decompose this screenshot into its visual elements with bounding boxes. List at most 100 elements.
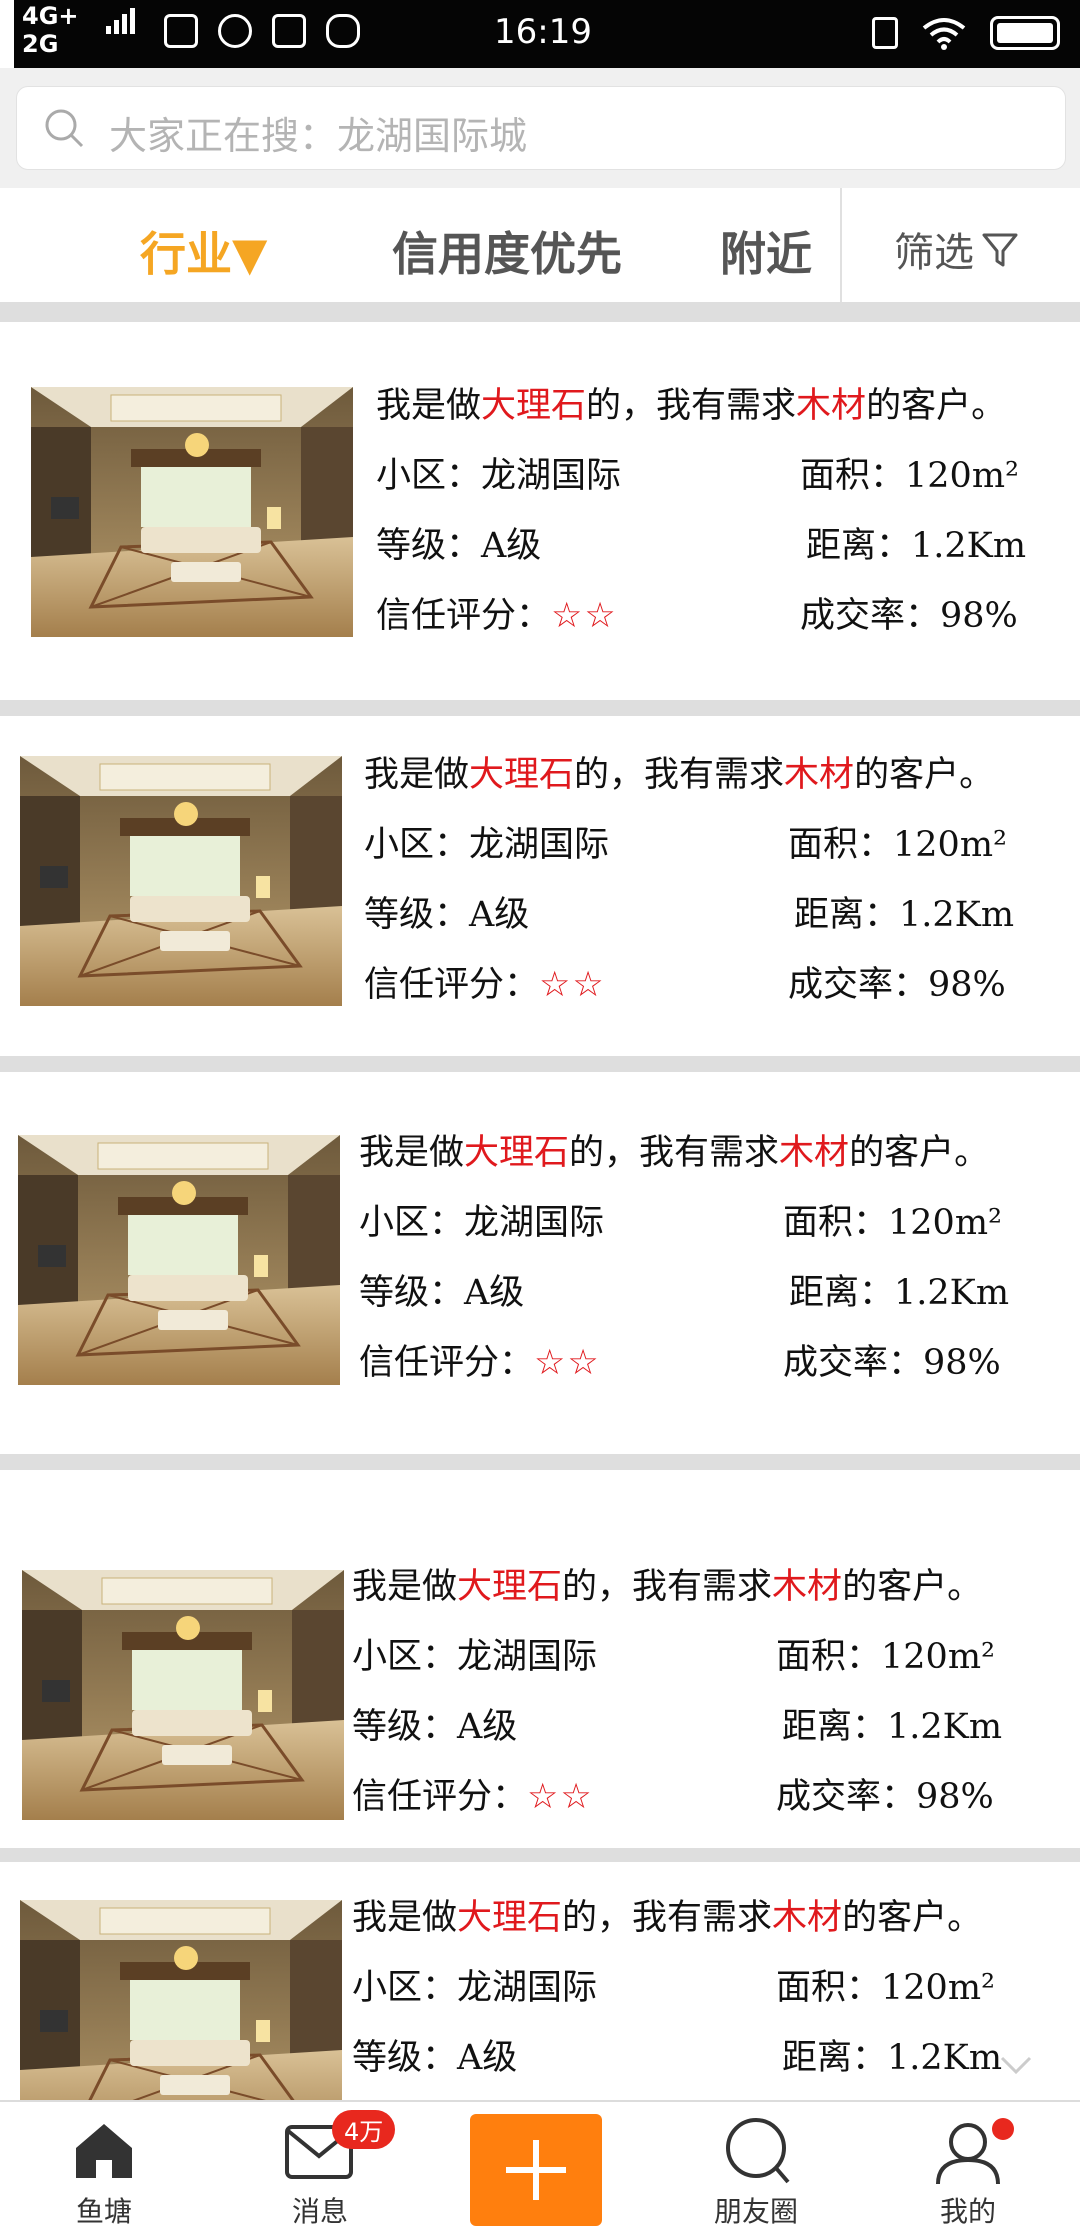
trust-row: 信任评分：☆☆ — [352, 1768, 594, 1819]
search-placeholder: 大家正在搜：龙湖国际城 — [109, 114, 528, 158]
trust-row: 信任评分：☆☆ — [364, 956, 606, 1007]
rate-row: 成交率：98% — [776, 1768, 994, 1819]
level-label: 等级： — [352, 2038, 458, 2078]
area-value: 120m² — [881, 1637, 996, 1677]
taobao-icon — [164, 14, 198, 48]
area-value: 120m² — [905, 456, 1020, 496]
trust-label: 信任评分： — [359, 1343, 535, 1383]
title-text: 的，我有需求 — [574, 755, 785, 795]
community-label: 小区： — [376, 456, 482, 496]
add-button[interactable] — [470, 2114, 602, 2226]
network-type-bottom: 2G — [22, 30, 59, 58]
distance-value: 1.2Km — [911, 526, 1027, 566]
bull-icon — [326, 14, 360, 48]
rate-label: 成交率： — [783, 1343, 924, 1383]
card-divider — [0, 1848, 1080, 1862]
living-room-image — [22, 1570, 344, 1820]
search-input[interactable]: 大家正在搜：龙湖国际城 — [16, 86, 1066, 170]
nav-mine[interactable]: 我的 — [888, 2102, 1048, 2236]
title-text: 的，我有需求 — [569, 1133, 780, 1173]
listing-card[interactable]: 我是做大理石的，我有需求木材的客户。 小区：龙湖国际 面积：120m² 等级：A… — [0, 1862, 1080, 2150]
clock: 16:19 — [494, 12, 592, 52]
level-row: 等级：A级 — [376, 517, 541, 568]
area-value: 120m² — [888, 1203, 1003, 1243]
nav-friends[interactable]: 朋友圈 — [676, 2102, 836, 2236]
listing-thumbnail[interactable] — [20, 756, 342, 1006]
card-divider — [0, 1056, 1080, 1072]
trust-stars: ☆☆ — [534, 1343, 601, 1383]
listing-info: 我是做大理石的，我有需求木材的客户。 小区：龙湖国际 面积：120m² 等级：A… — [376, 377, 1070, 636]
system-icons — [872, 16, 1060, 50]
level-value: A级 — [457, 1707, 518, 1747]
title-text: 我是做 — [364, 755, 470, 795]
network-indicator: 4G+ 2G — [22, 2, 79, 58]
nav-home[interactable]: 鱼塘 — [24, 2102, 184, 2236]
filter-nearby[interactable]: 附近 — [720, 218, 812, 284]
filter-credit-priority[interactable]: 信用度优先 — [392, 218, 622, 284]
community-label: 小区： — [364, 825, 470, 865]
area-label: 面积： — [783, 1203, 889, 1243]
filter-screen-label: 筛选 — [894, 230, 974, 276]
title-text: 的客户。 — [849, 1133, 990, 1173]
listing-title: 我是做大理石的，我有需求木材的客户。 — [359, 1124, 989, 1175]
distance-value: 1.2Km — [894, 1273, 1010, 1313]
title-text: 我是做 — [376, 386, 482, 426]
plus-icon — [506, 2140, 566, 2200]
title-text: 的客户。 — [854, 755, 995, 795]
network-type-top: 4G+ — [22, 2, 79, 30]
community-row: 小区：龙湖国际 — [364, 816, 609, 867]
title-highlight-demand: 木材 — [772, 1567, 843, 1607]
trust-stars: ☆☆ — [539, 965, 606, 1005]
distance-row: 距离：1.2Km — [794, 886, 1014, 937]
area-label: 面积： — [788, 825, 894, 865]
level-value: A级 — [457, 2038, 518, 2078]
rate-value: 98% — [923, 1343, 1001, 1383]
rate-row: 成交率：98% — [783, 1334, 1001, 1385]
community-value: 龙湖国际 — [457, 1637, 598, 1677]
level-row: 等级：A级 — [359, 1264, 524, 1315]
funnel-icon — [982, 233, 1018, 267]
area-label: 面积： — [776, 1637, 882, 1677]
community-label: 小区： — [352, 1637, 458, 1677]
level-row: 等级：A级 — [352, 2029, 517, 2080]
rate-value: 98% — [928, 965, 1006, 1005]
title-text: 我是做 — [352, 1898, 458, 1938]
title-highlight-demand: 木材 — [796, 386, 867, 426]
area-row: 面积：120m² — [800, 447, 1019, 498]
distance-label: 距离： — [789, 1273, 895, 1313]
listing-card[interactable]: 我是做大理石的，我有需求木材的客户。 小区：龙湖国际 面积：120m² 等级：A… — [0, 716, 1080, 1056]
trust-row: 信任评分：☆☆ — [376, 587, 618, 638]
qq-icon — [218, 14, 252, 48]
listing-card[interactable]: 我是做大理石的，我有需求木材的客户。 小区：龙湖国际 面积：120m² 等级：A… — [0, 1072, 1080, 1454]
filter-screen-button[interactable]: 筛选 — [894, 220, 1020, 278]
level-value: A级 — [464, 1273, 525, 1313]
listing-card[interactable]: 我是做大理石的，我有需求木材的客户。 小区：龙湖国际 面积：120m² 等级：A… — [0, 1470, 1080, 1848]
title-text: 的，我有需求 — [562, 1898, 773, 1938]
filter-bar: 行业▼ 信用度优先 附近 筛选 — [0, 188, 1080, 302]
community-value: 龙湖国际 — [481, 456, 622, 496]
listing-info: 我是做大理石的，我有需求木材的客户。 小区：龙湖国际 面积：120m² 等级：A… — [352, 1558, 1070, 1817]
listing-thumbnail[interactable] — [22, 1570, 344, 1820]
listing-card[interactable]: 我是做大理石的，我有需求木材的客户。 小区：龙湖国际 面积：120m² 等级：A… — [0, 322, 1080, 700]
chevron-down-icon[interactable] — [996, 2044, 1036, 2084]
distance-row: 距离：1.2Km — [806, 517, 1026, 568]
rate-label: 成交率： — [788, 965, 929, 1005]
area-value: 120m² — [893, 825, 1008, 865]
title-highlight-supply: 大理石 — [469, 755, 575, 795]
listing-thumbnail[interactable] — [31, 387, 353, 637]
status-bar: 4G+ 2G 16:19 — [14, 0, 1080, 68]
community-row: 小区：龙湖国际 — [352, 1959, 597, 2010]
trust-row: 信任评分：☆☆ — [359, 1334, 601, 1385]
distance-row: 距离：1.2Km — [782, 2029, 1002, 2080]
mine-notification-dot — [992, 2118, 1014, 2140]
listing-thumbnail[interactable] — [18, 1135, 340, 1385]
distance-row: 距离：1.2Km — [782, 1698, 1002, 1749]
listing-title: 我是做大理石的，我有需求木材的客户。 — [352, 1889, 982, 1940]
section-divider — [0, 302, 1080, 322]
battery-icon — [990, 16, 1060, 50]
nav-messages[interactable]: 4万 消息 — [240, 2102, 400, 2236]
area-label: 面积： — [800, 456, 906, 496]
vibrate-icon — [872, 17, 898, 49]
search-icon — [45, 109, 84, 148]
filter-industry[interactable]: 行业▼ — [140, 218, 267, 284]
